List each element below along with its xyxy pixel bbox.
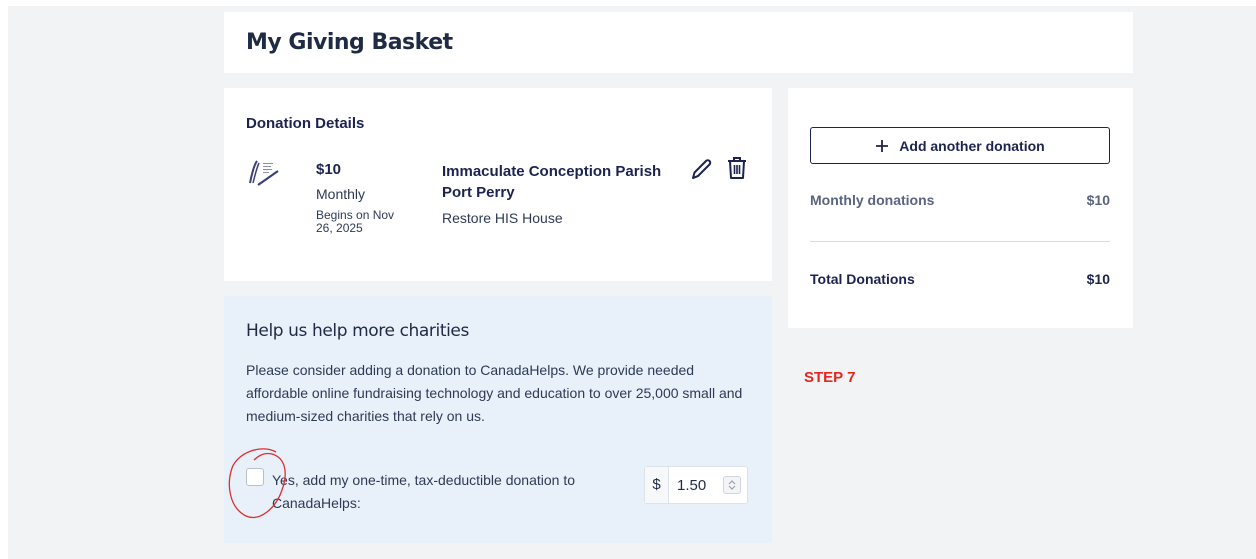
charity-name: Immaculate Conception Parish Port Perry [442,163,662,201]
page-title: My Giving Basket [246,30,453,55]
monthly-donations-label: Monthly donations [810,192,935,208]
amount-stepper[interactable] [723,476,741,494]
help-title: Help us help more charities [246,321,469,341]
charity-thumbnail-icon [246,157,282,187]
donation-summary-card: Add another donation Monthly donations $… [788,88,1133,328]
delete-donation-button[interactable] [726,155,748,181]
basket-header: My Giving Basket [224,12,1133,73]
canadahelps-donation-checkbox[interactable] [246,468,264,486]
canadahelps-amount-field: $ [644,466,748,504]
monthly-donations-row: Monthly donations $10 [810,192,1110,208]
summary-divider [810,241,1110,242]
donation-details-title: Donation Details [246,115,365,132]
add-button-label: Add another donation [899,137,1045,154]
total-donations-value: $10 [1086,271,1110,287]
trash-icon [728,157,746,179]
step-annotation: STEP 7 [804,369,856,386]
currency-symbol: $ [645,467,669,503]
total-donations-label: Total Donations [810,271,915,287]
canadahelps-amount-input[interactable] [669,467,717,503]
edit-donation-button[interactable] [689,156,713,182]
add-another-donation-button[interactable]: Add another donation [810,127,1110,164]
fund-name: Restore HIS House [442,210,563,226]
donation-frequency: Monthly [316,186,366,202]
canadahelps-checkbox-label: Yes, add my one-time, tax-deductible don… [272,472,576,511]
total-donations-row: Total Donations $10 [810,271,1110,287]
pencil-icon [692,159,712,179]
donation-start-date: Begins on Nov 26, 2025 [316,208,395,235]
stepper-arrows-icon [728,480,736,490]
donation-details-card: Donation Details $10 Monthly Begins on N… [224,88,772,281]
monthly-donations-value: $10 [1086,192,1110,208]
plus-icon [876,139,889,152]
donation-amount: $10 [316,161,342,178]
help-description: Please consider adding a donation to Can… [246,362,743,424]
help-charities-card: Help us help more charities Please consi… [224,296,772,543]
